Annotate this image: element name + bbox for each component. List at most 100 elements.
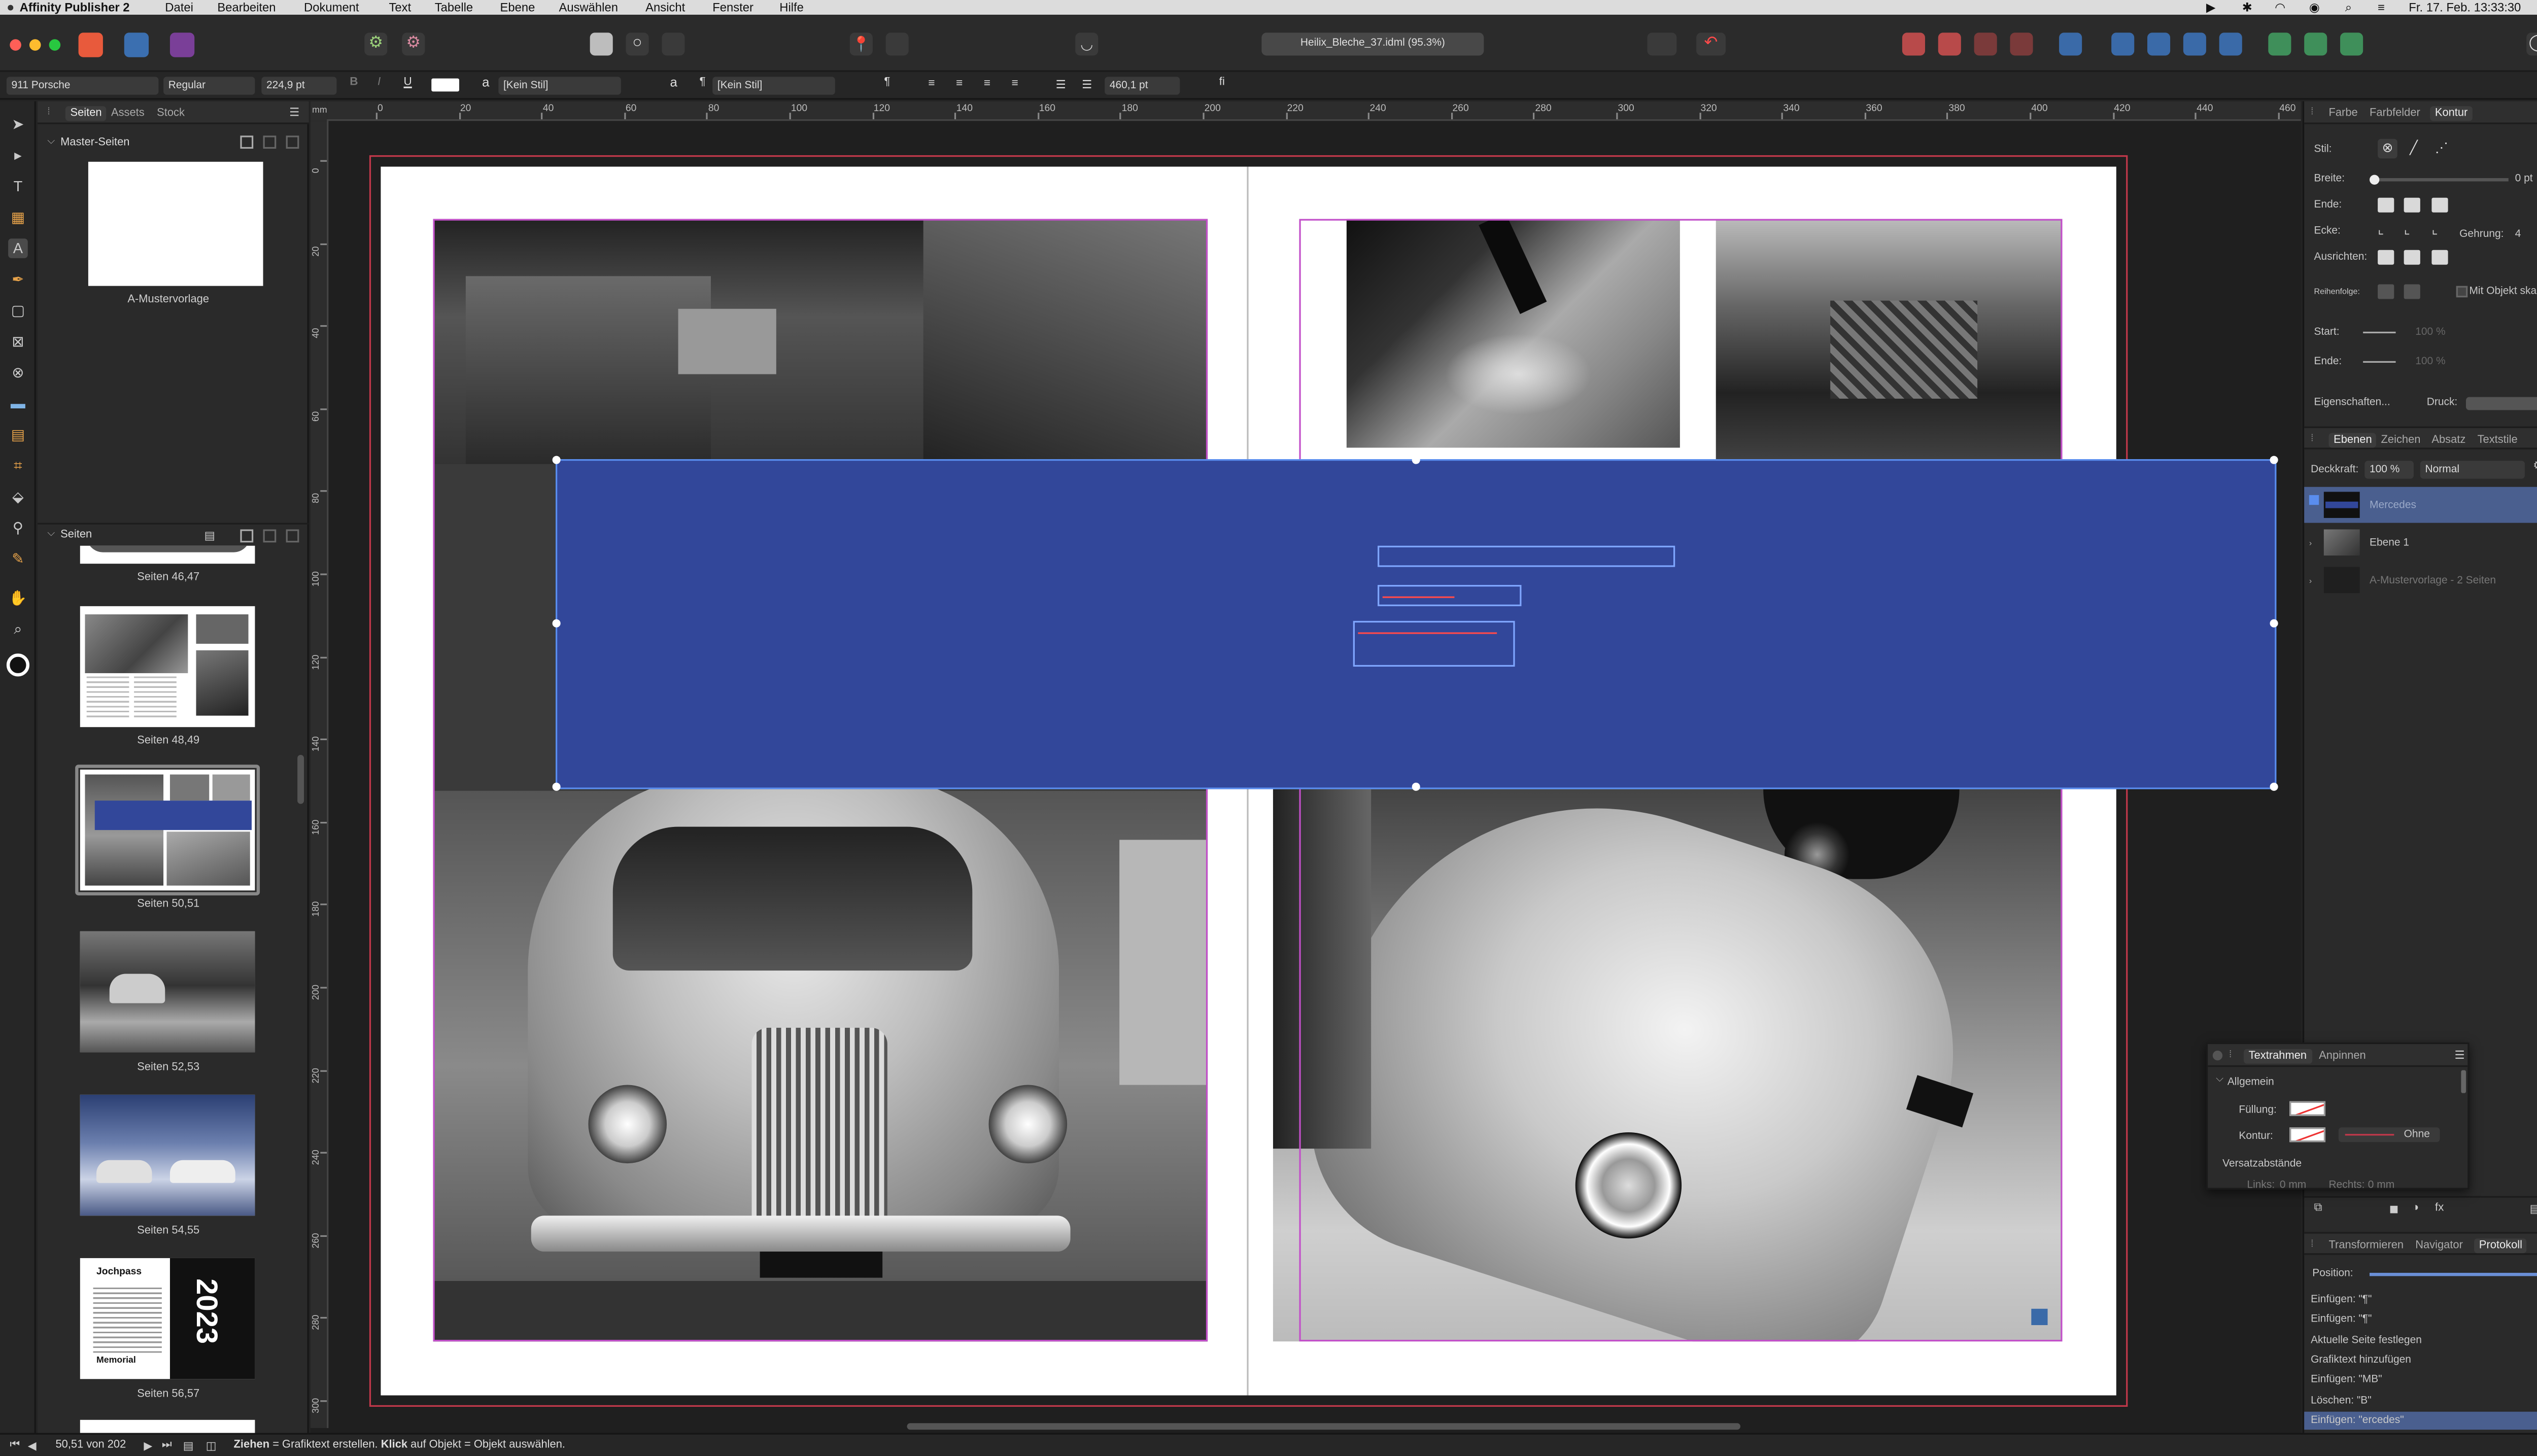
cap-square-icon[interactable] <box>2431 197 2448 213</box>
user-icon[interactable]: ◉ <box>2309 0 2320 15</box>
blue-color-band[interactable] <box>552 456 2278 791</box>
menu-datei[interactable]: Datei <box>165 0 193 15</box>
stroke-solid-icon[interactable]: ╱ <box>2404 139 2424 159</box>
scale-with-object-checkbox[interactable] <box>2456 286 2468 298</box>
duplicate-page-icon[interactable] <box>263 529 277 543</box>
order-behind-icon[interactable] <box>2404 284 2420 299</box>
empty-text-frame-1[interactable] <box>1378 545 1675 567</box>
menu-ansicht[interactable]: Ansicht <box>645 0 685 15</box>
history-item-selected[interactable]: Einfügen: "ercedes" <box>2304 1411 2537 1430</box>
selection-handle-tc[interactable] <box>1412 456 1420 464</box>
hand-tool-icon[interactable]: ✋ <box>8 588 28 608</box>
view-mode-normal-button[interactable] <box>590 32 613 56</box>
fill-swatch-none[interactable] <box>2289 1101 2326 1116</box>
join-round-icon[interactable]: ⌞ <box>2404 222 2410 237</box>
pilcrow-button[interactable]: ¶ <box>884 77 890 88</box>
flip-horizontal-icon[interactable] <box>2111 32 2135 56</box>
selection-handle-ml[interactable] <box>552 619 561 628</box>
spread-thumb-50-51[interactable] <box>80 769 255 891</box>
tab-stock[interactable]: Stock <box>157 108 185 120</box>
spread-thumb-58-59[interactable] <box>80 1419 255 1433</box>
rotate-left-icon[interactable] <box>2183 32 2206 56</box>
pen-tool-icon[interactable]: ✒ <box>8 269 28 289</box>
pressure-curve[interactable] <box>2466 397 2537 410</box>
preflight-settings-icon[interactable]: ⚙ <box>364 32 388 56</box>
fill-tool-icon[interactable]: ⬙ <box>8 487 28 507</box>
rotate-right-icon[interactable] <box>2219 32 2242 56</box>
selection-handle-br[interactable] <box>2270 782 2278 791</box>
move-tool-icon[interactable]: ➤ <box>8 114 28 134</box>
apple-icon[interactable]: ● <box>7 0 15 15</box>
stroke-width-value[interactable]: 0 pt <box>2515 173 2533 185</box>
master-duplicate-icon[interactable] <box>263 135 277 149</box>
publisher-persona-icon[interactable] <box>78 32 103 57</box>
document-setup-icon[interactable]: ⚙ <box>402 32 425 56</box>
font-family-select[interactable]: 911 Porsche <box>6 77 159 95</box>
tab-transformieren[interactable]: Transformieren <box>2328 1240 2404 1252</box>
artistic-text-tool-icon[interactable]: A <box>8 238 28 258</box>
window-close-button[interactable] <box>10 39 21 51</box>
view-mode-clip-button[interactable] <box>662 32 685 56</box>
history-item[interactable]: Einfügen: "MB" <box>2311 1374 2382 1386</box>
table-tool-icon[interactable]: ▦ <box>8 207 28 227</box>
crop-tool-icon[interactable]: ⌗ <box>8 456 28 476</box>
spread-view-icon[interactable]: ▤ <box>183 1439 194 1453</box>
tab-protokoll[interactable]: Protokoll <box>2474 1238 2527 1254</box>
cap-round-icon[interactable] <box>2404 197 2420 213</box>
floating-panel-scrollbar[interactable] <box>2461 1070 2466 1093</box>
eyedropper-tool-icon[interactable]: ✎ <box>8 549 28 569</box>
tab-assets[interactable]: Assets <box>111 108 145 120</box>
ligatures-button[interactable]: fi <box>1219 77 1225 88</box>
last-page-button[interactable]: ⏭ <box>162 1439 172 1452</box>
text-color-swatch[interactable] <box>431 78 460 92</box>
align-icon[interactable] <box>2059 32 2082 56</box>
search-icon[interactable]: ⌕ <box>2345 0 2352 16</box>
spread-thumb-52-53[interactable] <box>80 931 255 1053</box>
rectangle-tool-icon[interactable]: ▢ <box>8 301 28 321</box>
arrow-start-select[interactable] <box>2363 331 2396 334</box>
tab-zeichen[interactable]: Zeichen <box>2381 435 2421 446</box>
tab-seiten[interactable]: Seiten <box>65 106 107 121</box>
layer-name-master[interactable]: A-Mustervorlage - 2 Seiten <box>2370 575 2496 587</box>
tab-anpinnen[interactable]: Anpinnen <box>2319 1051 2366 1062</box>
spread-thumb-46-47[interactable] <box>80 545 255 564</box>
arrange-front-icon[interactable] <box>1902 32 1925 56</box>
master-apply-icon[interactable]: ▤ <box>204 530 215 543</box>
inset-right-value[interactable]: 0 mm <box>2368 1180 2394 1191</box>
spelling-icon[interactable]: ↶ <box>1696 32 1726 56</box>
selection-handle-tr[interactable] <box>2270 456 2278 464</box>
justify-button[interactable]: ≡ <box>1012 79 1018 90</box>
panel-menu-icon[interactable]: ☰ <box>289 106 299 120</box>
history-list[interactable]: Einfügen: "¶" Einfügen: "¶" Aktuelle Sei… <box>2304 1289 2537 1433</box>
stroke-width-slider-knob[interactable] <box>2370 175 2380 185</box>
history-item[interactable]: Aktuelle Seite festlegen <box>2311 1335 2422 1346</box>
arrow-end-select[interactable] <box>2363 361 2396 363</box>
flip-vertical-icon[interactable] <box>2147 32 2171 56</box>
transparency-tool-icon[interactable]: ⚲ <box>8 518 28 538</box>
window-zoom-button[interactable] <box>49 39 61 51</box>
horizontal-ruler[interactable]: 0 20 40 60 80 100 120 140 160 180 200 220 240 260 280 3… <box>327 101 2301 121</box>
blend-mode-select[interactable]: Normal <box>2420 461 2525 479</box>
join-miter-icon[interactable]: ⌞ <box>2378 222 2384 237</box>
selection-handle-bl[interactable] <box>552 782 561 791</box>
single-page-view-icon[interactable]: ◫ <box>206 1439 217 1453</box>
place-tool-icon[interactable]: ▤ <box>8 425 28 444</box>
boolean-subtract-icon[interactable] <box>2304 32 2327 56</box>
align-left-button[interactable]: ≡ <box>928 79 935 90</box>
insert-page-icon[interactable] <box>240 529 254 543</box>
text-frame-tool-icon[interactable]: T <box>8 177 28 196</box>
empty-text-frame-3[interactable] <box>1353 620 1515 667</box>
chevron-down-icon[interactable]: ⌵ <box>47 137 55 149</box>
zoom-tool-icon[interactable]: ⌕ <box>8 619 28 639</box>
tab-farbfelder[interactable]: Farbfelder <box>2370 108 2420 120</box>
history-item[interactable]: Einfügen: "¶" <box>2311 1313 2372 1325</box>
account-icon[interactable]: ◯ <box>2526 32 2537 56</box>
arrow-end-scale[interactable]: 100 % <box>2415 356 2445 368</box>
panel-close-button[interactable] <box>2212 1050 2223 1061</box>
tab-ebenen[interactable]: Ebenen <box>2328 433 2377 448</box>
app-name-menu[interactable]: Affinity Publisher 2 <box>20 0 130 15</box>
first-page-button[interactable]: ⏮ <box>10 1439 20 1452</box>
order-front-icon[interactable] <box>2378 284 2394 299</box>
color-well-icon[interactable] <box>6 653 29 677</box>
align-center-button[interactable]: ≡ <box>956 79 963 90</box>
